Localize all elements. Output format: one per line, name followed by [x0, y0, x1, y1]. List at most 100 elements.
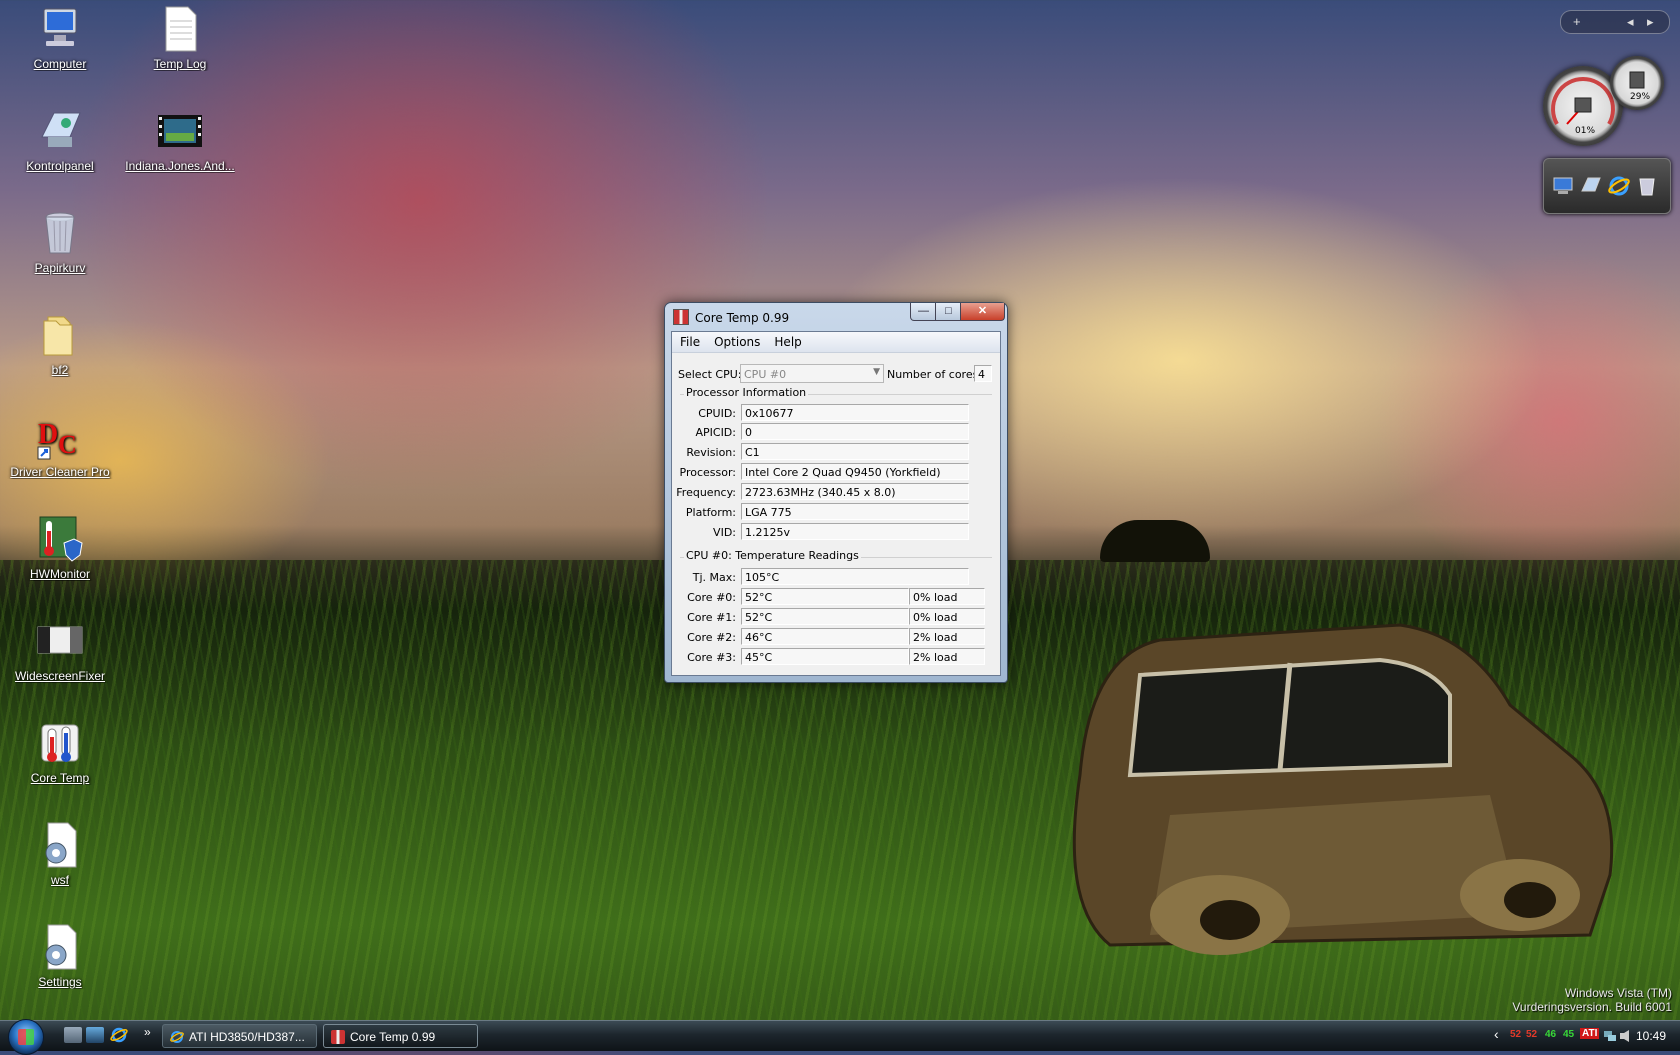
- wallpaper-car: [1072, 623, 1614, 955]
- core-temp-app-icon: [673, 309, 689, 325]
- tray-core-temp-0[interactable]: 52: [1510, 1029, 1521, 1040]
- proc-row-cpuid: CPUID: 0x10677: [672, 404, 1000, 422]
- volume-icon[interactable]: [1619, 1029, 1633, 1043]
- video-file-icon: [158, 115, 202, 147]
- svg-text:D: D: [38, 419, 58, 450]
- sidebar-add-button[interactable]: +: [1573, 14, 1581, 29]
- desktop-icon-label: HWMonitor: [29, 567, 90, 581]
- desktop-icon-core-temp[interactable]: Core Temp: [5, 719, 115, 785]
- core-temp-value: 52°C: [741, 588, 909, 605]
- core-label: Core #2:: [687, 631, 736, 644]
- launcher-computer-icon[interactable]: [1552, 175, 1574, 197]
- core-temp-value: 52°C: [741, 608, 909, 625]
- sidebar-controls: + ◂ ▸: [1560, 10, 1670, 34]
- core-row: Core #1: 52°C 0% load: [672, 608, 1000, 626]
- maximize-button[interactable]: □: [935, 303, 962, 321]
- driver-cleaner-icon: DC: [37, 419, 77, 460]
- launcher-control-panel-icon[interactable]: [1580, 175, 1602, 197]
- taskbar-clock[interactable]: 10:49: [1636, 1029, 1666, 1043]
- core-label: Core #3:: [687, 651, 736, 664]
- memory-meter-gadget[interactable]: 29%: [1610, 56, 1664, 110]
- desktop-icon-computer[interactable]: Computer: [5, 5, 115, 71]
- svg-text:C: C: [58, 430, 77, 459]
- switch-windows-icon[interactable]: [86, 1027, 104, 1043]
- desktop-icon-label: Indiana.Jones.And...: [125, 159, 235, 173]
- hwmonitor-icon: [39, 516, 83, 562]
- close-button[interactable]: ✕: [960, 303, 1005, 321]
- proc-row-revision: Revision: C1: [672, 443, 1000, 461]
- taskbar-button-label: ATI HD3850/HD387...: [189, 1030, 305, 1044]
- desktop-icon-widescreenfixer[interactable]: WidescreenFixer: [5, 617, 115, 683]
- tray-core-temp-3[interactable]: 45: [1563, 1029, 1574, 1040]
- launcher-recycle-bin-icon[interactable]: [1636, 175, 1658, 197]
- taskbar: » ATI HD3850/HD387... Core Temp 0.99 ‹ 5…: [0, 1019, 1680, 1055]
- proc-row-frequency: Frequency: 2723.63MHz (340.45 x 8.0): [672, 483, 1000, 501]
- proc-row-vid: VID: 1.2125v: [672, 523, 1000, 541]
- widescreenfixer-icon: [37, 626, 83, 654]
- sidebar-next-button[interactable]: ▸: [1647, 14, 1654, 30]
- tray-core-temp-2[interactable]: 46: [1545, 1029, 1556, 1040]
- window-titlebar[interactable]: Core Temp 0.99: [673, 309, 789, 325]
- proc-field-label: Revision:: [686, 446, 736, 459]
- core-temp-window[interactable]: Core Temp 0.99 — □ ✕ File Options Help Sel…: [664, 302, 1008, 683]
- internet-explorer-icon[interactable]: [110, 1027, 128, 1043]
- chevron-down-icon: ▼: [873, 367, 880, 377]
- launcher-internet-explorer-icon[interactable]: [1608, 175, 1630, 197]
- select-cpu-value: CPU #0: [744, 368, 787, 381]
- desktop-icon-label: bf2: [51, 363, 69, 377]
- wallpaper-tree: [1100, 520, 1210, 562]
- quicklaunch-more-button[interactable]: »: [144, 1025, 151, 1039]
- proc-field-value: C1: [741, 443, 969, 460]
- proc-field-value: LGA 775: [741, 503, 969, 520]
- cpu-percent: 01%: [1575, 126, 1596, 136]
- menu-help[interactable]: Help: [766, 332, 807, 349]
- select-cpu-label: Select CPU:: [678, 368, 742, 381]
- num-cores-value: 4: [974, 365, 992, 382]
- processor-group-title: Processor Information: [684, 386, 809, 399]
- show-desktop-icon[interactable]: [64, 1027, 82, 1043]
- taskbar-button-ati[interactable]: ATI HD3850/HD387...: [162, 1024, 317, 1048]
- core-temp-app-icon: [331, 1030, 345, 1044]
- desktop-icon-label: Driver Cleaner Pro: [10, 465, 110, 479]
- ati-tray-icon[interactable]: ATI: [1580, 1028, 1600, 1039]
- core-label: Core #1:: [687, 611, 736, 624]
- menu-file[interactable]: File: [672, 332, 706, 349]
- desktop-icon-driver-cleaner-pro[interactable]: DC Driver Cleaner Pro: [5, 413, 115, 479]
- network-icon[interactable]: [1603, 1029, 1617, 1043]
- desktop-icon-label: Papirkurv: [34, 261, 86, 275]
- desktop-icon-indiana-jones[interactable]: Indiana.Jones.And...: [125, 107, 235, 173]
- taskbar-button-core-temp[interactable]: Core Temp 0.99: [323, 1024, 478, 1048]
- desktop-icon-label: Computer: [33, 57, 87, 71]
- proc-field-value: 0x10677: [741, 404, 969, 421]
- tray-core-temp-1[interactable]: 52: [1526, 1029, 1537, 1040]
- core-row: Core #3: 45°C 2% load: [672, 648, 1000, 666]
- recycle-bin-icon: [45, 212, 75, 254]
- sidebar-prev-button[interactable]: ◂: [1627, 14, 1634, 30]
- select-cpu-dropdown[interactable]: CPU #0 ▼: [740, 364, 884, 383]
- desktop-icon-hwmonitor[interactable]: HWMonitor: [5, 515, 115, 581]
- tray-expand-button[interactable]: ‹: [1494, 1026, 1499, 1042]
- proc-field-label: Processor:: [679, 466, 737, 479]
- desktop-icon-label: Kontrolpanel: [26, 159, 94, 173]
- desktop-icon-wsf[interactable]: wsf: [5, 821, 115, 887]
- tjmax-label: Tj. Max:: [692, 571, 736, 584]
- proc-field-value: Intel Core 2 Quad Q9450 (Yorkfield): [741, 463, 969, 480]
- memory-percent: 29%: [1630, 92, 1651, 102]
- desktop-icon-kontrolpanel[interactable]: Kontrolpanel: [5, 107, 115, 173]
- proc-field-label: APICID:: [695, 426, 736, 439]
- core-temp-value: 45°C: [741, 648, 909, 665]
- desktop-icon-bf2[interactable]: bf2: [5, 311, 115, 377]
- desktop-icon-settings[interactable]: Settings: [5, 923, 115, 989]
- windows-watermark: Windows Vista (TM) Vurderingsversion. Bu…: [1512, 986, 1672, 1014]
- desktop-icon-temp-log[interactable]: Temp Log: [125, 5, 235, 71]
- num-cores-label: Number of cores: [887, 368, 979, 381]
- core-row: Core #0: 52°C 0% load: [672, 588, 1000, 606]
- window-title: Core Temp 0.99: [695, 311, 790, 325]
- computer-icon: [43, 8, 77, 46]
- windows-logo-icon: [18, 1029, 34, 1045]
- minimize-button[interactable]: —: [910, 303, 937, 321]
- desktop-icon-papirkurv[interactable]: Papirkurv: [5, 209, 115, 275]
- config-file-icon: [45, 924, 77, 970]
- config-file-icon: [45, 822, 77, 868]
- menu-options[interactable]: Options: [706, 332, 766, 349]
